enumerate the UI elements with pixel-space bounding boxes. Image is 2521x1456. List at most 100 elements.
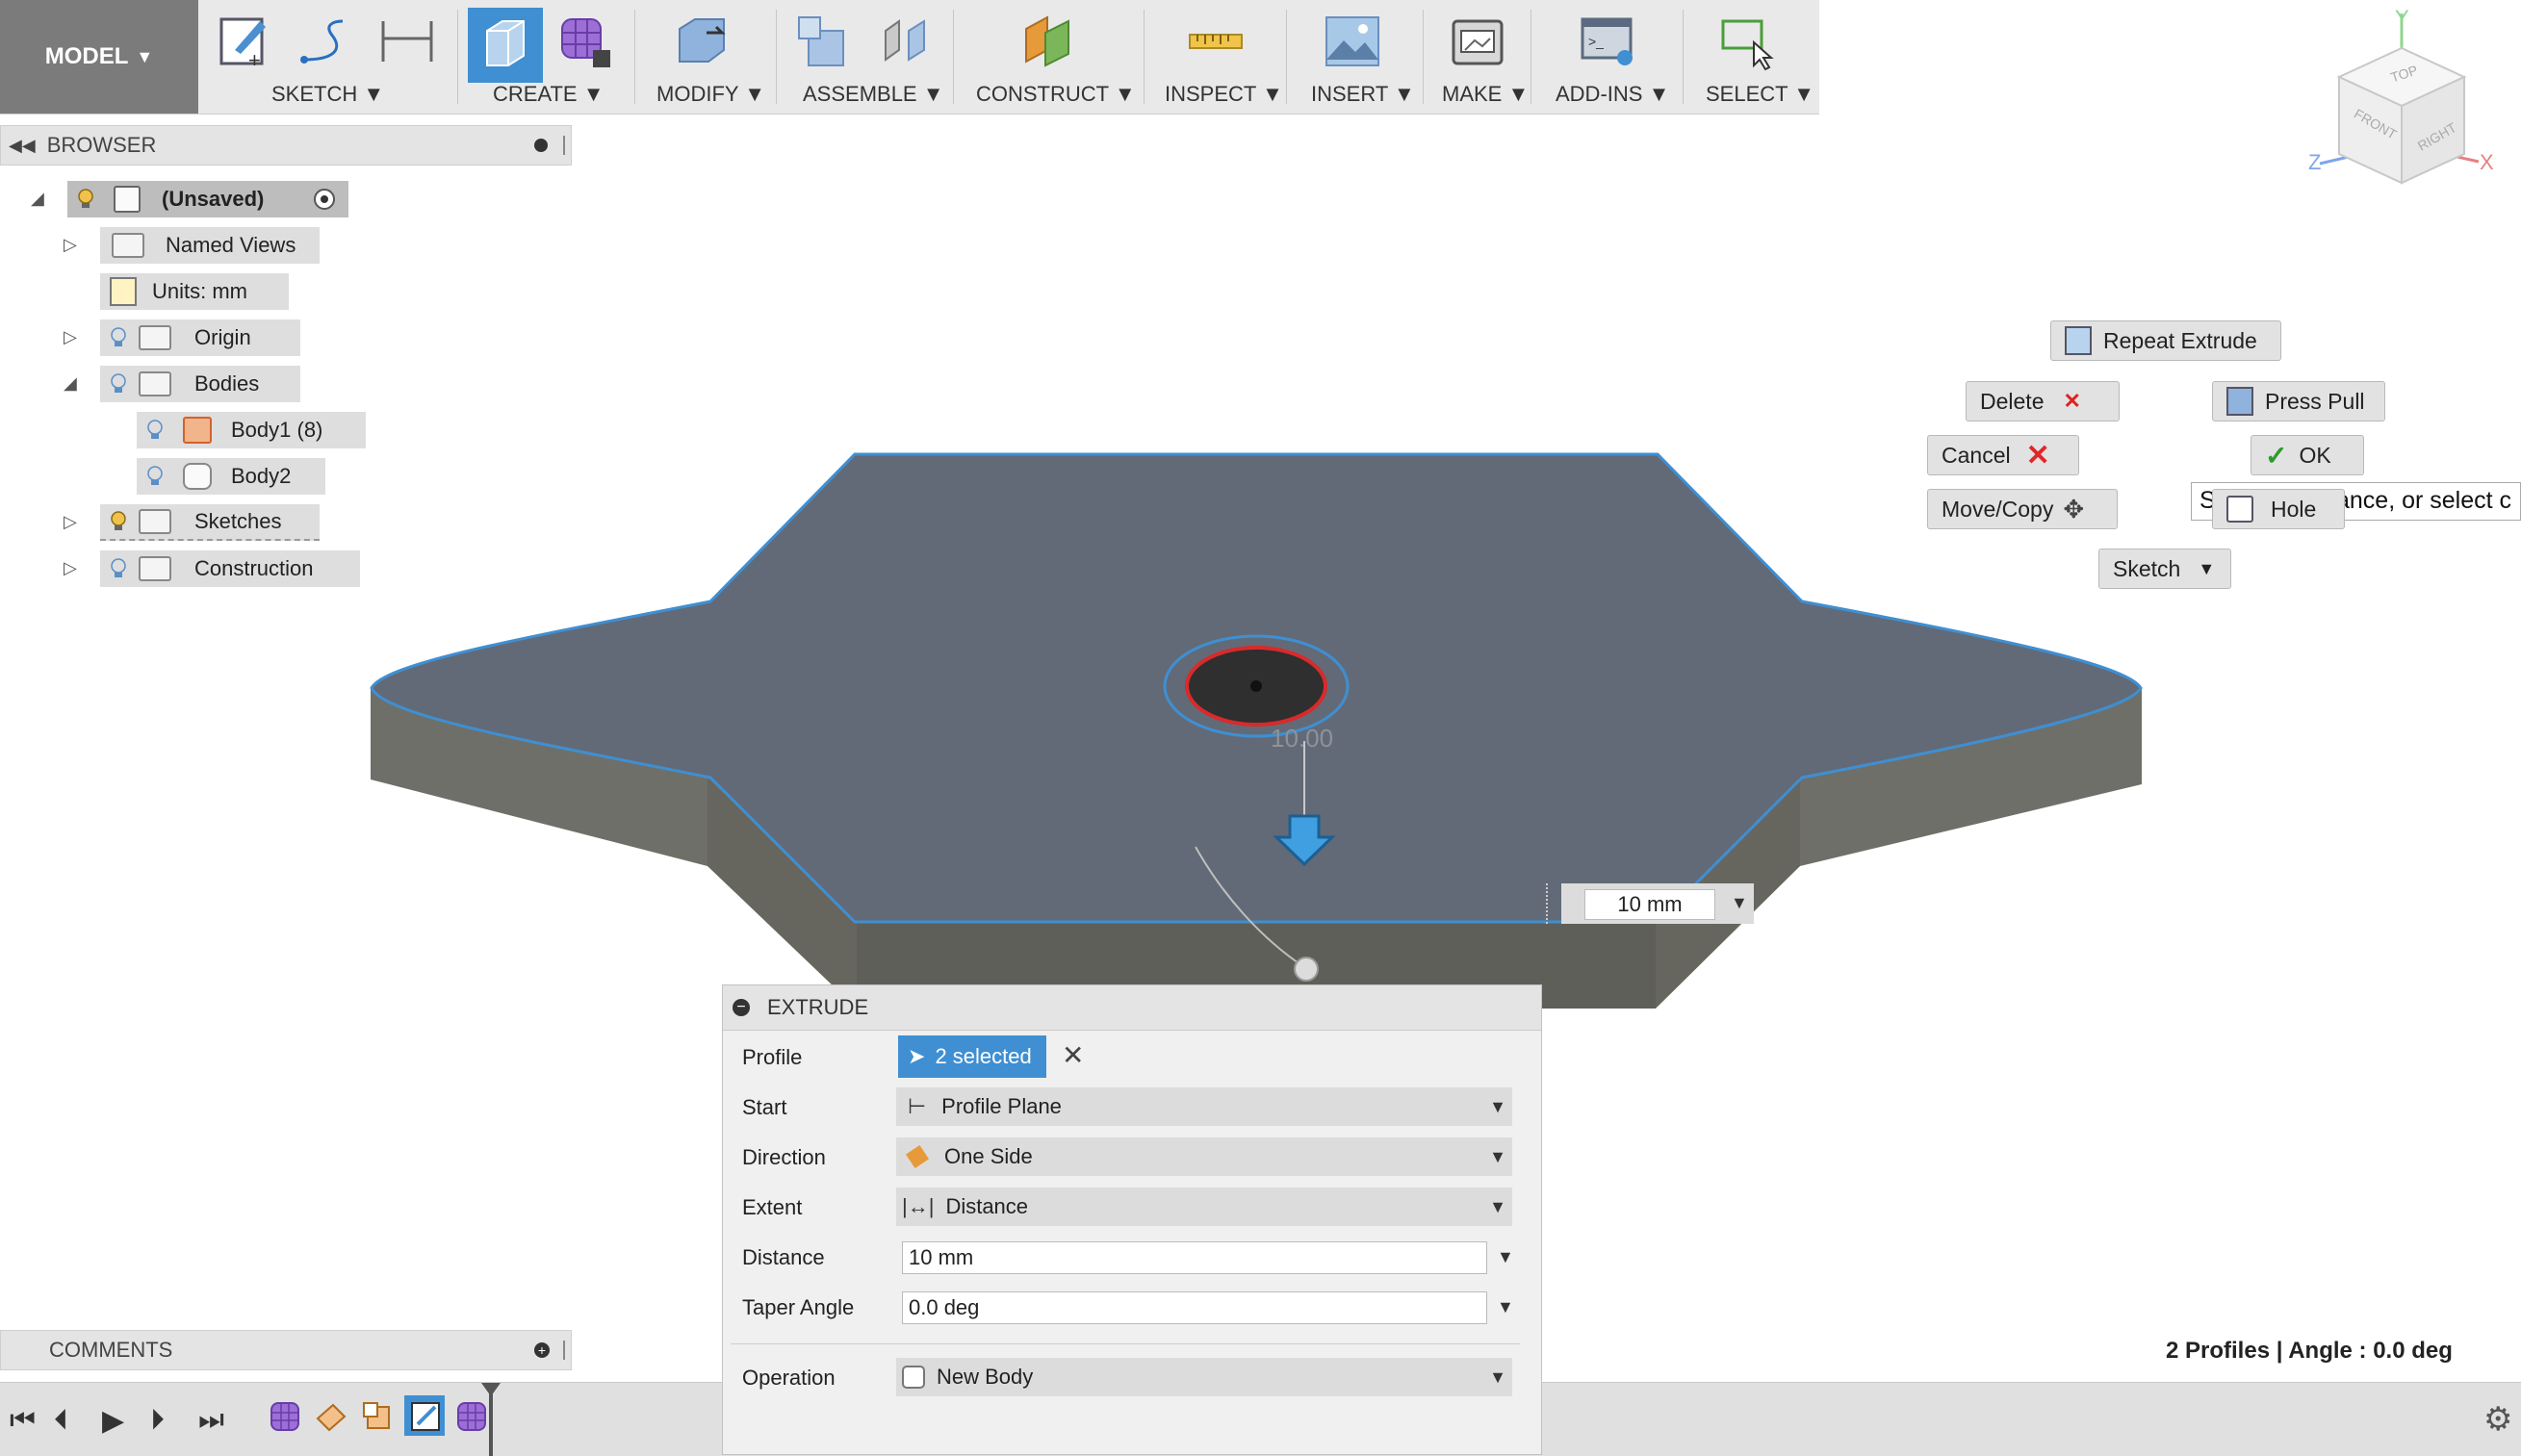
add-comment-icon[interactable]: + bbox=[534, 1342, 550, 1358]
timeline-sketch-icon[interactable] bbox=[314, 1399, 348, 1434]
chevron-down-icon[interactable]: ▼ bbox=[1497, 1247, 1514, 1267]
toolbar-group-modify[interactable]: MODIFY ▼ bbox=[656, 82, 765, 107]
operation-dropdown[interactable]: New Body ▼ bbox=[896, 1358, 1512, 1396]
collapse-triangle-icon[interactable]: ◢ bbox=[64, 373, 77, 394]
direction-dropdown[interactable]: One Side ▼ bbox=[896, 1137, 1512, 1176]
gear-icon[interactable]: ⚙ bbox=[2483, 1400, 2512, 1439]
toolbar-group-insert[interactable]: INSERT ▼ bbox=[1311, 82, 1415, 107]
3d-print-icon[interactable] bbox=[1448, 12, 1507, 71]
timeline-extrude-icon[interactable] bbox=[360, 1399, 395, 1434]
distance-input[interactable]: 10 mm bbox=[902, 1241, 1487, 1274]
hole-inner-profile[interactable] bbox=[1185, 646, 1327, 727]
profile-selection-button[interactable]: ➤ 2 selected bbox=[898, 1035, 1046, 1078]
extrude-dialog-header: − EXTRUDE bbox=[723, 985, 1541, 1031]
check-icon: ✓ bbox=[2265, 440, 2288, 471]
taper-angle-input[interactable]: 0.0 deg bbox=[902, 1291, 1487, 1324]
go-to-end-icon[interactable]: ⏭ bbox=[198, 1404, 224, 1437]
toolbar-group-create[interactable]: CREATE ▼ bbox=[493, 82, 605, 107]
clear-selection-icon[interactable]: ✕ bbox=[1062, 1039, 1084, 1071]
step-forward-icon[interactable]: ⏵ bbox=[150, 1404, 165, 1437]
minimize-icon[interactable] bbox=[534, 139, 548, 152]
viewcube[interactable]: TOP FRONT RIGHT Y Z X bbox=[2291, 0, 2503, 192]
browser-item-body2[interactable]: Body2 bbox=[137, 458, 325, 495]
body-top-face[interactable] bbox=[370, 452, 2143, 924]
workspace-mode-button[interactable]: MODEL ▼ bbox=[0, 0, 198, 114]
browser-item-bodies[interactable]: Bodies bbox=[100, 366, 300, 402]
offset-plane-icon[interactable] bbox=[1018, 12, 1078, 71]
expand-triangle-icon[interactable]: ▷ bbox=[64, 558, 77, 578]
toolbar-group-addins[interactable]: ADD-INS ▼ bbox=[1556, 82, 1669, 107]
extent-label: Extent bbox=[742, 1195, 803, 1219]
repeat-extrude-button[interactable]: Repeat Extrude bbox=[2050, 320, 2281, 361]
chevron-down-icon[interactable]: ▼ bbox=[1497, 1297, 1514, 1317]
activate-radio-icon[interactable] bbox=[314, 189, 335, 210]
insert-image-icon[interactable] bbox=[1323, 12, 1382, 71]
hole-button[interactable]: Hole bbox=[2212, 489, 2345, 529]
toolbar-group-select[interactable]: SELECT ▼ bbox=[1706, 82, 1814, 107]
distance-input-grip[interactable] bbox=[1546, 883, 1557, 924]
line-tool-icon[interactable] bbox=[295, 12, 354, 71]
collapse-dialog-icon[interactable]: − bbox=[733, 999, 750, 1016]
go-to-start-icon[interactable]: ⏮ bbox=[10, 1404, 36, 1437]
timeline-active-sketch-icon[interactable] bbox=[408, 1399, 443, 1434]
press-pull-icon[interactable] bbox=[672, 12, 732, 71]
chevron-down-icon[interactable]: ▼ bbox=[1731, 893, 1748, 913]
extent-dropdown[interactable]: |↔| Distance ▼ bbox=[896, 1188, 1512, 1226]
toolbar-group-construct[interactable]: CONSTRUCT ▼ bbox=[976, 82, 1136, 107]
extrude-icon[interactable] bbox=[476, 12, 535, 71]
browser-item-body1[interactable]: Body1 (8) bbox=[137, 412, 366, 448]
collapse-triangle-icon[interactable]: ◢ bbox=[31, 189, 44, 209]
lightbulb-off-icon[interactable] bbox=[110, 327, 127, 348]
timeline-form-icon[interactable] bbox=[268, 1399, 302, 1434]
lightbulb-icon[interactable] bbox=[110, 511, 127, 532]
timeline-form2-icon[interactable] bbox=[454, 1399, 489, 1434]
browser-item-named-views[interactable]: Named Views bbox=[100, 227, 320, 264]
toolbar-group-assemble[interactable]: ASSEMBLE ▼ bbox=[803, 82, 944, 107]
taper-handle[interactable] bbox=[1294, 957, 1319, 982]
lightbulb-off-icon[interactable] bbox=[110, 558, 127, 579]
sketch-menu-button[interactable]: Sketch ▼ bbox=[2098, 549, 2231, 589]
collapse-panel-icon[interactable]: ◀◀ bbox=[9, 136, 36, 156]
press-pull-button[interactable]: Press Pull bbox=[2212, 381, 2385, 421]
browser-item-sketches[interactable]: Sketches bbox=[100, 504, 320, 541]
joint-icon[interactable] bbox=[876, 12, 936, 71]
new-component-icon[interactable] bbox=[793, 12, 853, 71]
browser-item-origin[interactable]: Origin bbox=[100, 319, 300, 356]
cursor-arrow-icon: ➤ bbox=[908, 1044, 926, 1068]
lightbulb-off-icon[interactable] bbox=[110, 373, 127, 395]
extrude-arrow-handle[interactable] bbox=[1273, 814, 1336, 867]
operation-label: Operation bbox=[742, 1366, 836, 1390]
scripts-addins-icon[interactable]: >_ bbox=[1579, 12, 1638, 71]
panel-grip-icon[interactable] bbox=[563, 1341, 565, 1360]
browser-item-label: Construction bbox=[194, 556, 314, 580]
step-back-icon[interactable]: ⏴ bbox=[54, 1404, 68, 1437]
hole-outer-profile[interactable] bbox=[1163, 634, 1350, 738]
ok-button[interactable]: ✓ OK bbox=[2251, 435, 2364, 475]
toolbar-group-label: INSERT bbox=[1311, 82, 1388, 106]
expand-triangle-icon[interactable]: ▷ bbox=[64, 235, 77, 255]
lightbulb-off-icon[interactable] bbox=[146, 420, 164, 441]
playhead-marker-icon[interactable] bbox=[481, 1383, 501, 1396]
form-create-icon[interactable] bbox=[554, 12, 614, 71]
window-select-icon[interactable] bbox=[1717, 12, 1777, 71]
distance-floating-input[interactable]: 10 mm bbox=[1584, 889, 1715, 920]
panel-grip-icon[interactable] bbox=[563, 136, 565, 155]
toolbar-group-make[interactable]: MAKE ▼ bbox=[1442, 82, 1529, 107]
browser-item-units[interactable]: Units: mm bbox=[100, 273, 289, 310]
move-copy-button[interactable]: Move/Copy ✥ bbox=[1927, 489, 2118, 529]
expand-triangle-icon[interactable]: ▷ bbox=[64, 512, 77, 532]
browser-item-construction[interactable]: Construction bbox=[100, 550, 360, 587]
start-dropdown[interactable]: ⊢ Profile Plane ▼ bbox=[896, 1087, 1512, 1126]
play-icon[interactable]: ▶ bbox=[102, 1404, 124, 1438]
expand-triangle-icon[interactable]: ▷ bbox=[64, 327, 77, 347]
toolbar-group-sketch[interactable]: SKETCH ▼ bbox=[271, 82, 384, 107]
lightbulb-off-icon[interactable] bbox=[146, 466, 164, 487]
toolbar-group-inspect[interactable]: INSPECT ▼ bbox=[1165, 82, 1283, 107]
cancel-button[interactable]: Cancel ✕ bbox=[1927, 435, 2079, 475]
dimension-tool-icon[interactable] bbox=[377, 12, 437, 71]
create-sketch-icon[interactable]: + bbox=[216, 12, 275, 71]
browser-root-node[interactable]: (Unsaved) bbox=[67, 181, 348, 217]
lightbulb-icon[interactable] bbox=[77, 189, 94, 210]
delete-button[interactable]: Delete ✕ bbox=[1966, 381, 2120, 421]
measure-icon[interactable] bbox=[1186, 12, 1246, 71]
